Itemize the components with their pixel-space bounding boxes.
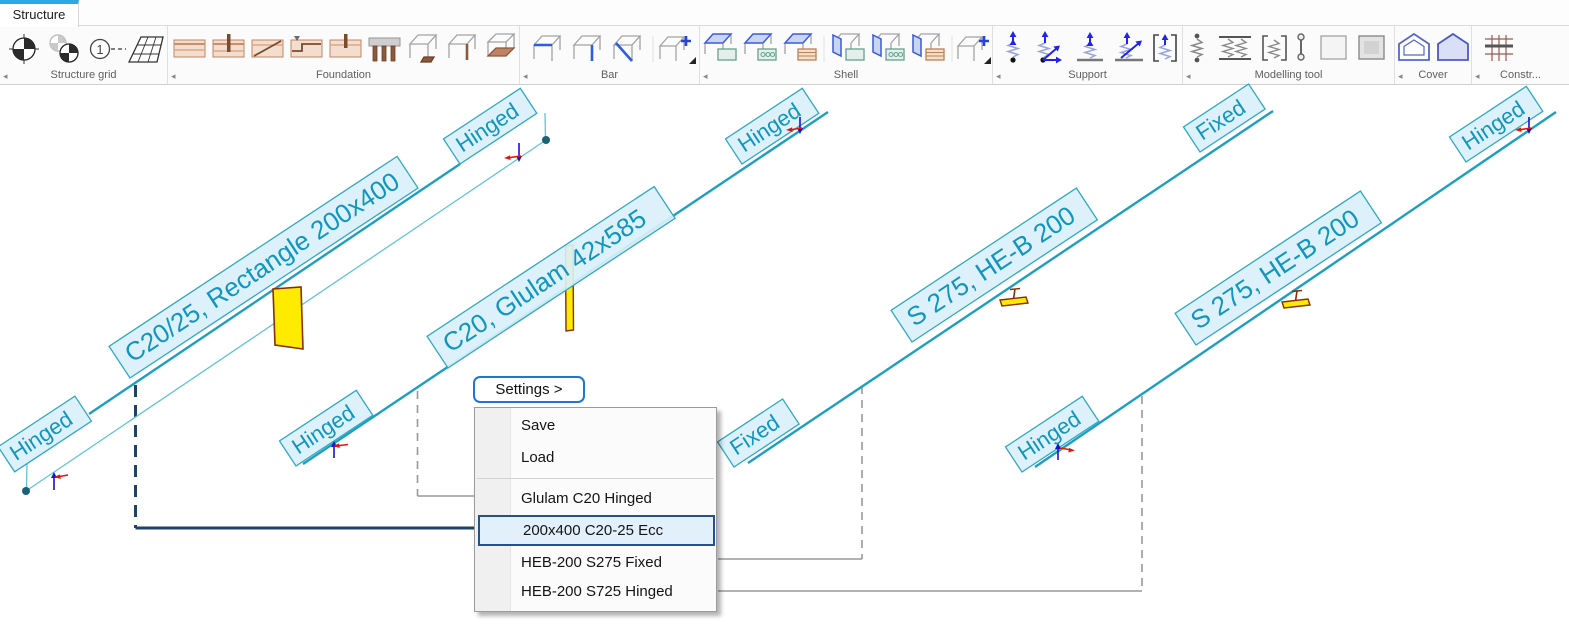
support-label[interactable]: Fixed [1182,83,1267,153]
beam-node[interactable] [22,487,30,495]
menu-item-load[interactable]: Load [475,443,716,473]
support-label[interactable]: Hinged [442,87,538,165]
beam-section-label[interactable]: C20/25, Rectangle 200x400 [108,155,419,379]
section-preview-rectangle[interactable] [272,286,304,350]
beam-section-label-text: C20, Glulam 42x585 [437,203,651,359]
beam-section-label[interactable]: C20, Glulam 42x585 [426,185,676,369]
application-window: Structure 1 ◂ Structure grid ◂ Foundatio… [0,0,1569,633]
menu-item-heb-hinged-preset[interactable]: HEB-200 S725 Hinged [475,577,716,607]
beam-section-label[interactable]: S 275, HE-B 200 [890,187,1099,343]
tab-structure[interactable]: Structure [0,0,79,27]
settings-menu: Save Load Glulam C20 Hinged 200x400 C20-… [474,407,717,612]
section-preview-heb[interactable] [1281,289,1311,309]
menu-item-heb-fixed-preset[interactable]: HEB-200 S275 Fixed [475,548,716,578]
beam-section-label[interactable]: S 275, HE-B 200 [1174,190,1383,346]
support-label[interactable]: Hinged [278,389,374,467]
beam-section-label-text: S 275, HE-B 200 [1185,203,1364,335]
menu-item-rectangle-preset-selected[interactable]: 200x400 C20-25 Ecc [478,515,715,546]
support-label[interactable]: Hinged [0,395,93,473]
tab-structure-label: Structure [12,7,66,22]
beam-node[interactable] [542,136,550,144]
beam-section-label-text: S 275, HE-B 200 [901,200,1080,332]
settings-button[interactable]: Settings > [473,376,585,403]
menu-item-save[interactable]: Save [475,411,716,441]
beam-section-label-text: C20/25, Rectangle 200x400 [119,166,405,368]
menu-separator [477,478,714,479]
model-canvas[interactable]: C20/25, Rectangle 200x400 Hinged Hinged … [0,0,1569,633]
beam-steel-hinged[interactable] [1034,111,1557,468]
beam-steel-fixed[interactable] [747,110,1274,464]
menu-item-glulam-preset[interactable]: Glulam C20 Hinged [475,484,716,514]
